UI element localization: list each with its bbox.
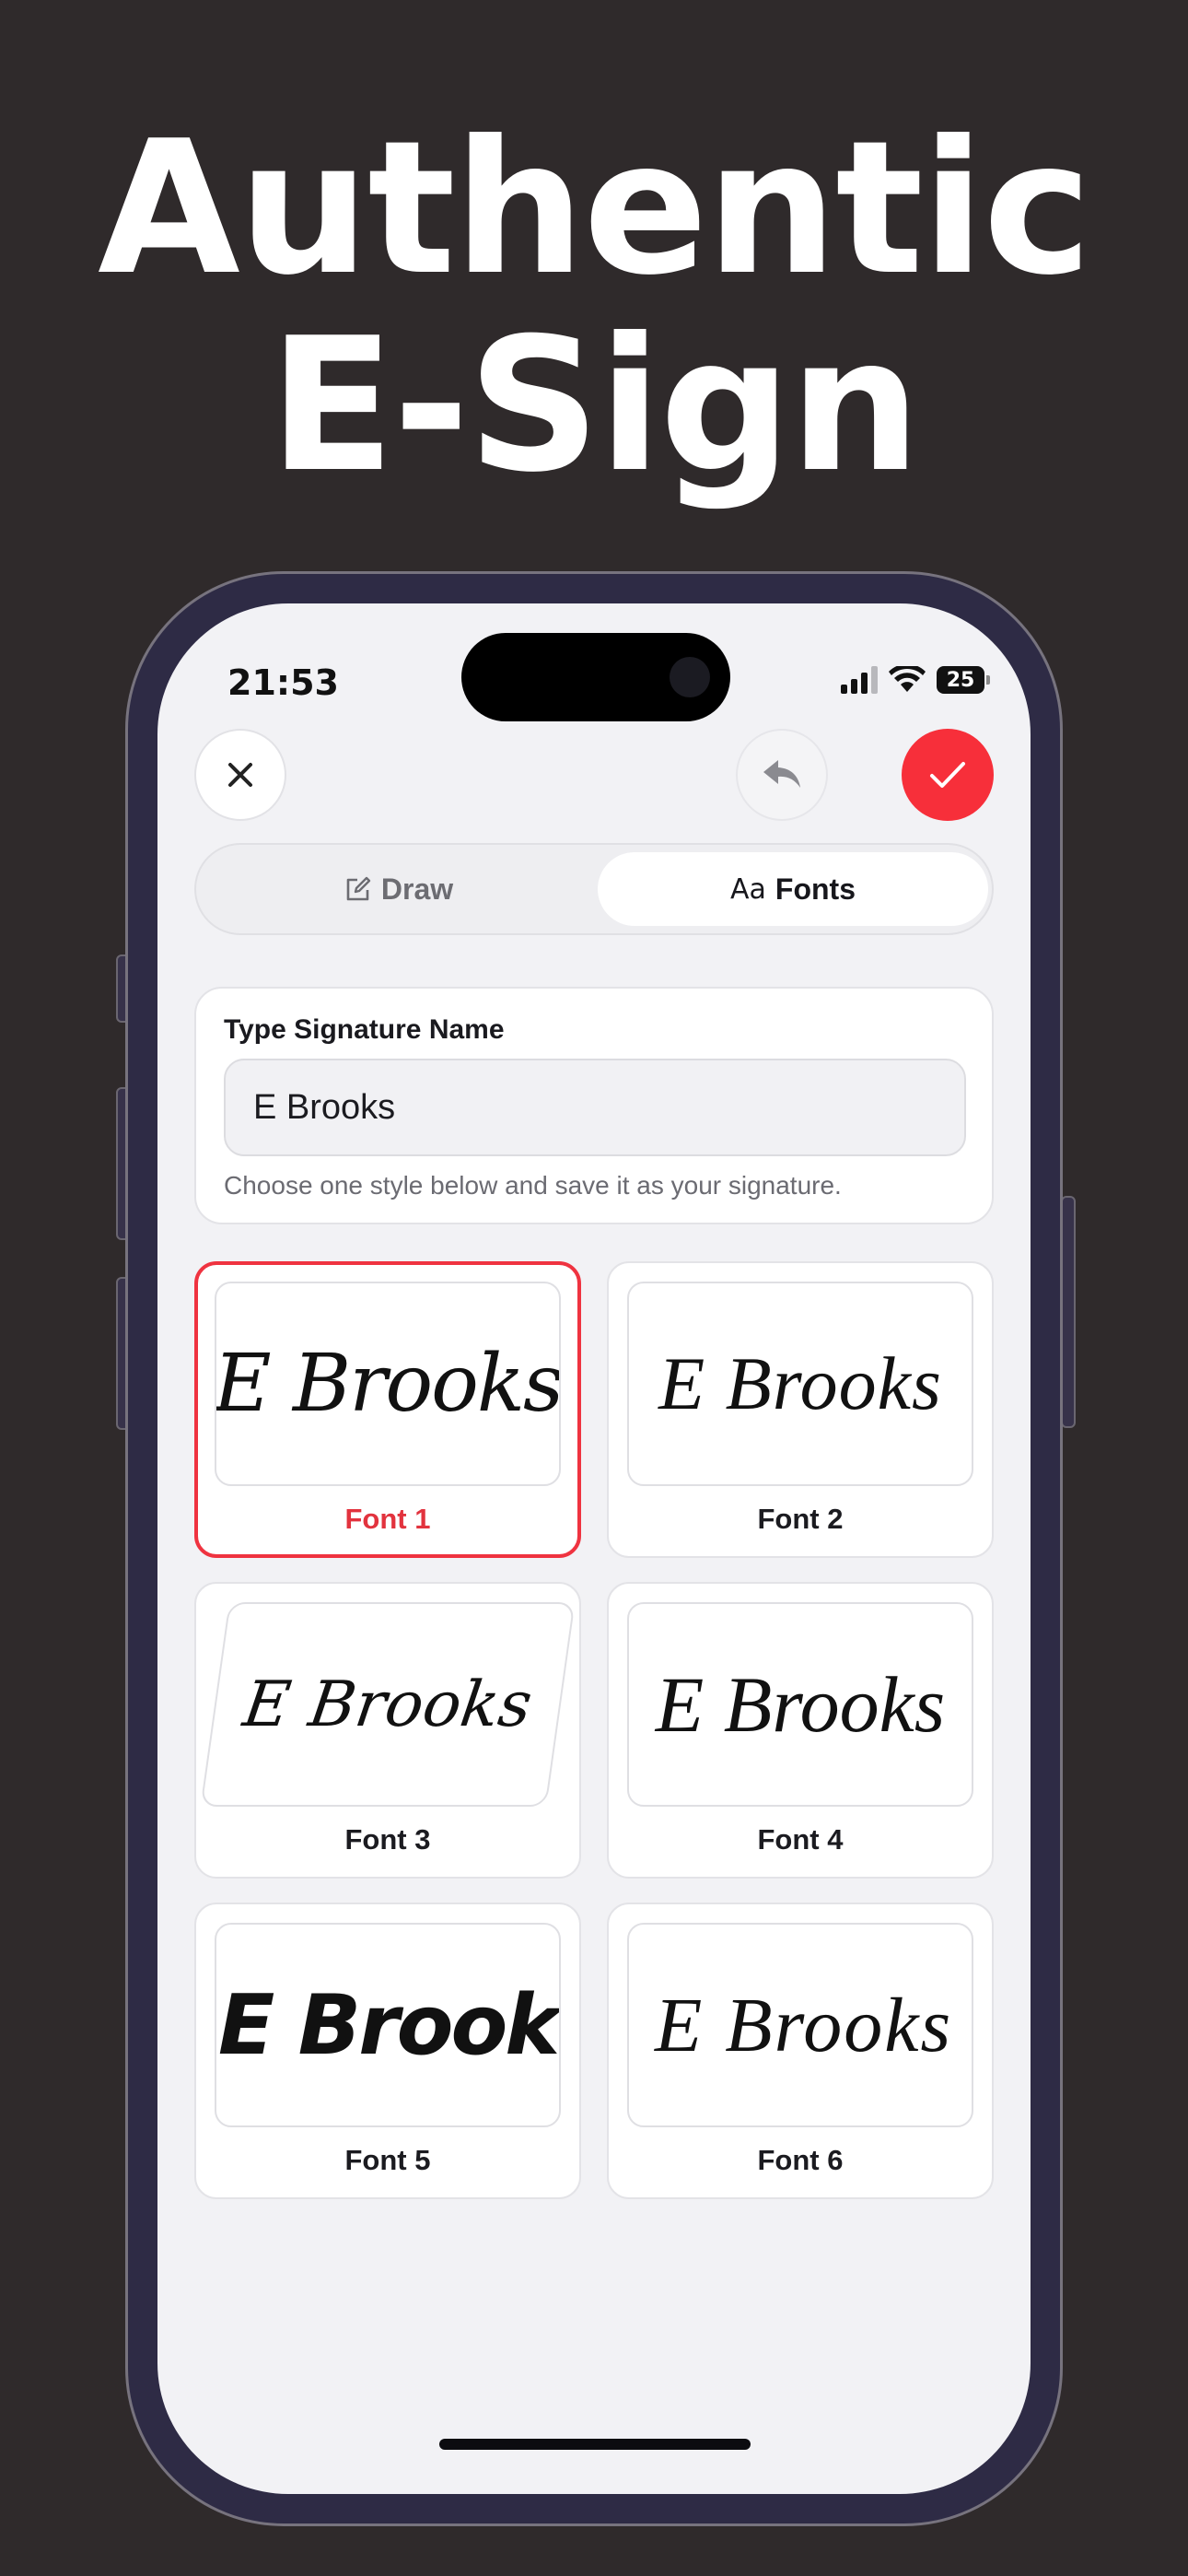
font-label-1: Font 1 (344, 1503, 431, 1535)
font-aa-icon: Aa (730, 872, 766, 906)
dynamic-island (461, 633, 730, 721)
font-label-5: Font 5 (344, 2144, 431, 2176)
font-preview-1: E Brooks (215, 1282, 561, 1486)
signature-name-card: Type Signature Name E Brooks Choose one … (194, 987, 994, 1224)
font-label-4: Font 4 (757, 1823, 844, 1856)
battery-indicator: 25 (937, 666, 990, 694)
font-option-5[interactable]: E Brook Font 5 (194, 1903, 581, 2199)
font-option-3[interactable]: E Brooks Font 3 (194, 1582, 581, 1879)
cellular-signal-icon (841, 666, 878, 694)
pencil-square-icon (346, 876, 371, 901)
font-preview-5: E Brook (215, 1923, 561, 2127)
status-icons: 25 (841, 666, 990, 694)
font-option-6[interactable]: E Brooks Font 6 (607, 1903, 994, 2199)
font-label-3: Font 3 (344, 1823, 431, 1856)
undo-icon (763, 760, 800, 788)
signature-name-input[interactable]: E Brooks (224, 1059, 966, 1156)
headline-line-2: E-Sign (269, 299, 921, 513)
status-time: 21:53 (227, 662, 339, 703)
undo-button[interactable] (736, 729, 828, 821)
font-preview-4: E Brooks (627, 1602, 973, 1807)
font-option-2[interactable]: E Brooks Font 2 (607, 1261, 994, 1558)
app-screen: 21:53 25 Draw Aa Fonts Type Signature Na… (157, 603, 1031, 2494)
mode-tabs: Draw Aa Fonts (194, 843, 994, 935)
camera-lens (670, 657, 710, 697)
phone-frame: 21:53 25 Draw Aa Fonts Type Signature Na… (125, 571, 1063, 2526)
headline: Authentic E-Sign (0, 111, 1188, 505)
font-label-6: Font 6 (757, 2144, 844, 2176)
checkmark-icon (930, 762, 965, 788)
signature-hint: Choose one style below and save it as yo… (224, 1171, 842, 1200)
font-preview-3: E Brooks (200, 1602, 576, 1807)
confirm-button[interactable] (902, 729, 994, 821)
wifi-icon (889, 666, 926, 692)
font-preview-6: E Brooks (627, 1923, 973, 2127)
tab-fonts[interactable]: Aa Fonts (598, 852, 988, 926)
close-button[interactable] (194, 729, 286, 821)
signature-name-label: Type Signature Name (224, 1014, 505, 1045)
phone-power-button (1061, 1196, 1076, 1428)
font-preview-2: E Brooks (627, 1282, 973, 1486)
tab-fonts-label: Fonts (775, 872, 856, 906)
headline-line-1: Authentic (98, 101, 1092, 316)
tab-draw-label: Draw (380, 872, 454, 906)
font-option-4[interactable]: E Brooks Font 4 (607, 1582, 994, 1879)
tab-draw[interactable]: Draw (204, 852, 594, 926)
font-label-2: Font 2 (757, 1503, 844, 1535)
close-icon (228, 763, 252, 787)
font-option-1[interactable]: E Brooks Font 1 (194, 1261, 581, 1558)
home-indicator[interactable] (439, 2439, 751, 2450)
